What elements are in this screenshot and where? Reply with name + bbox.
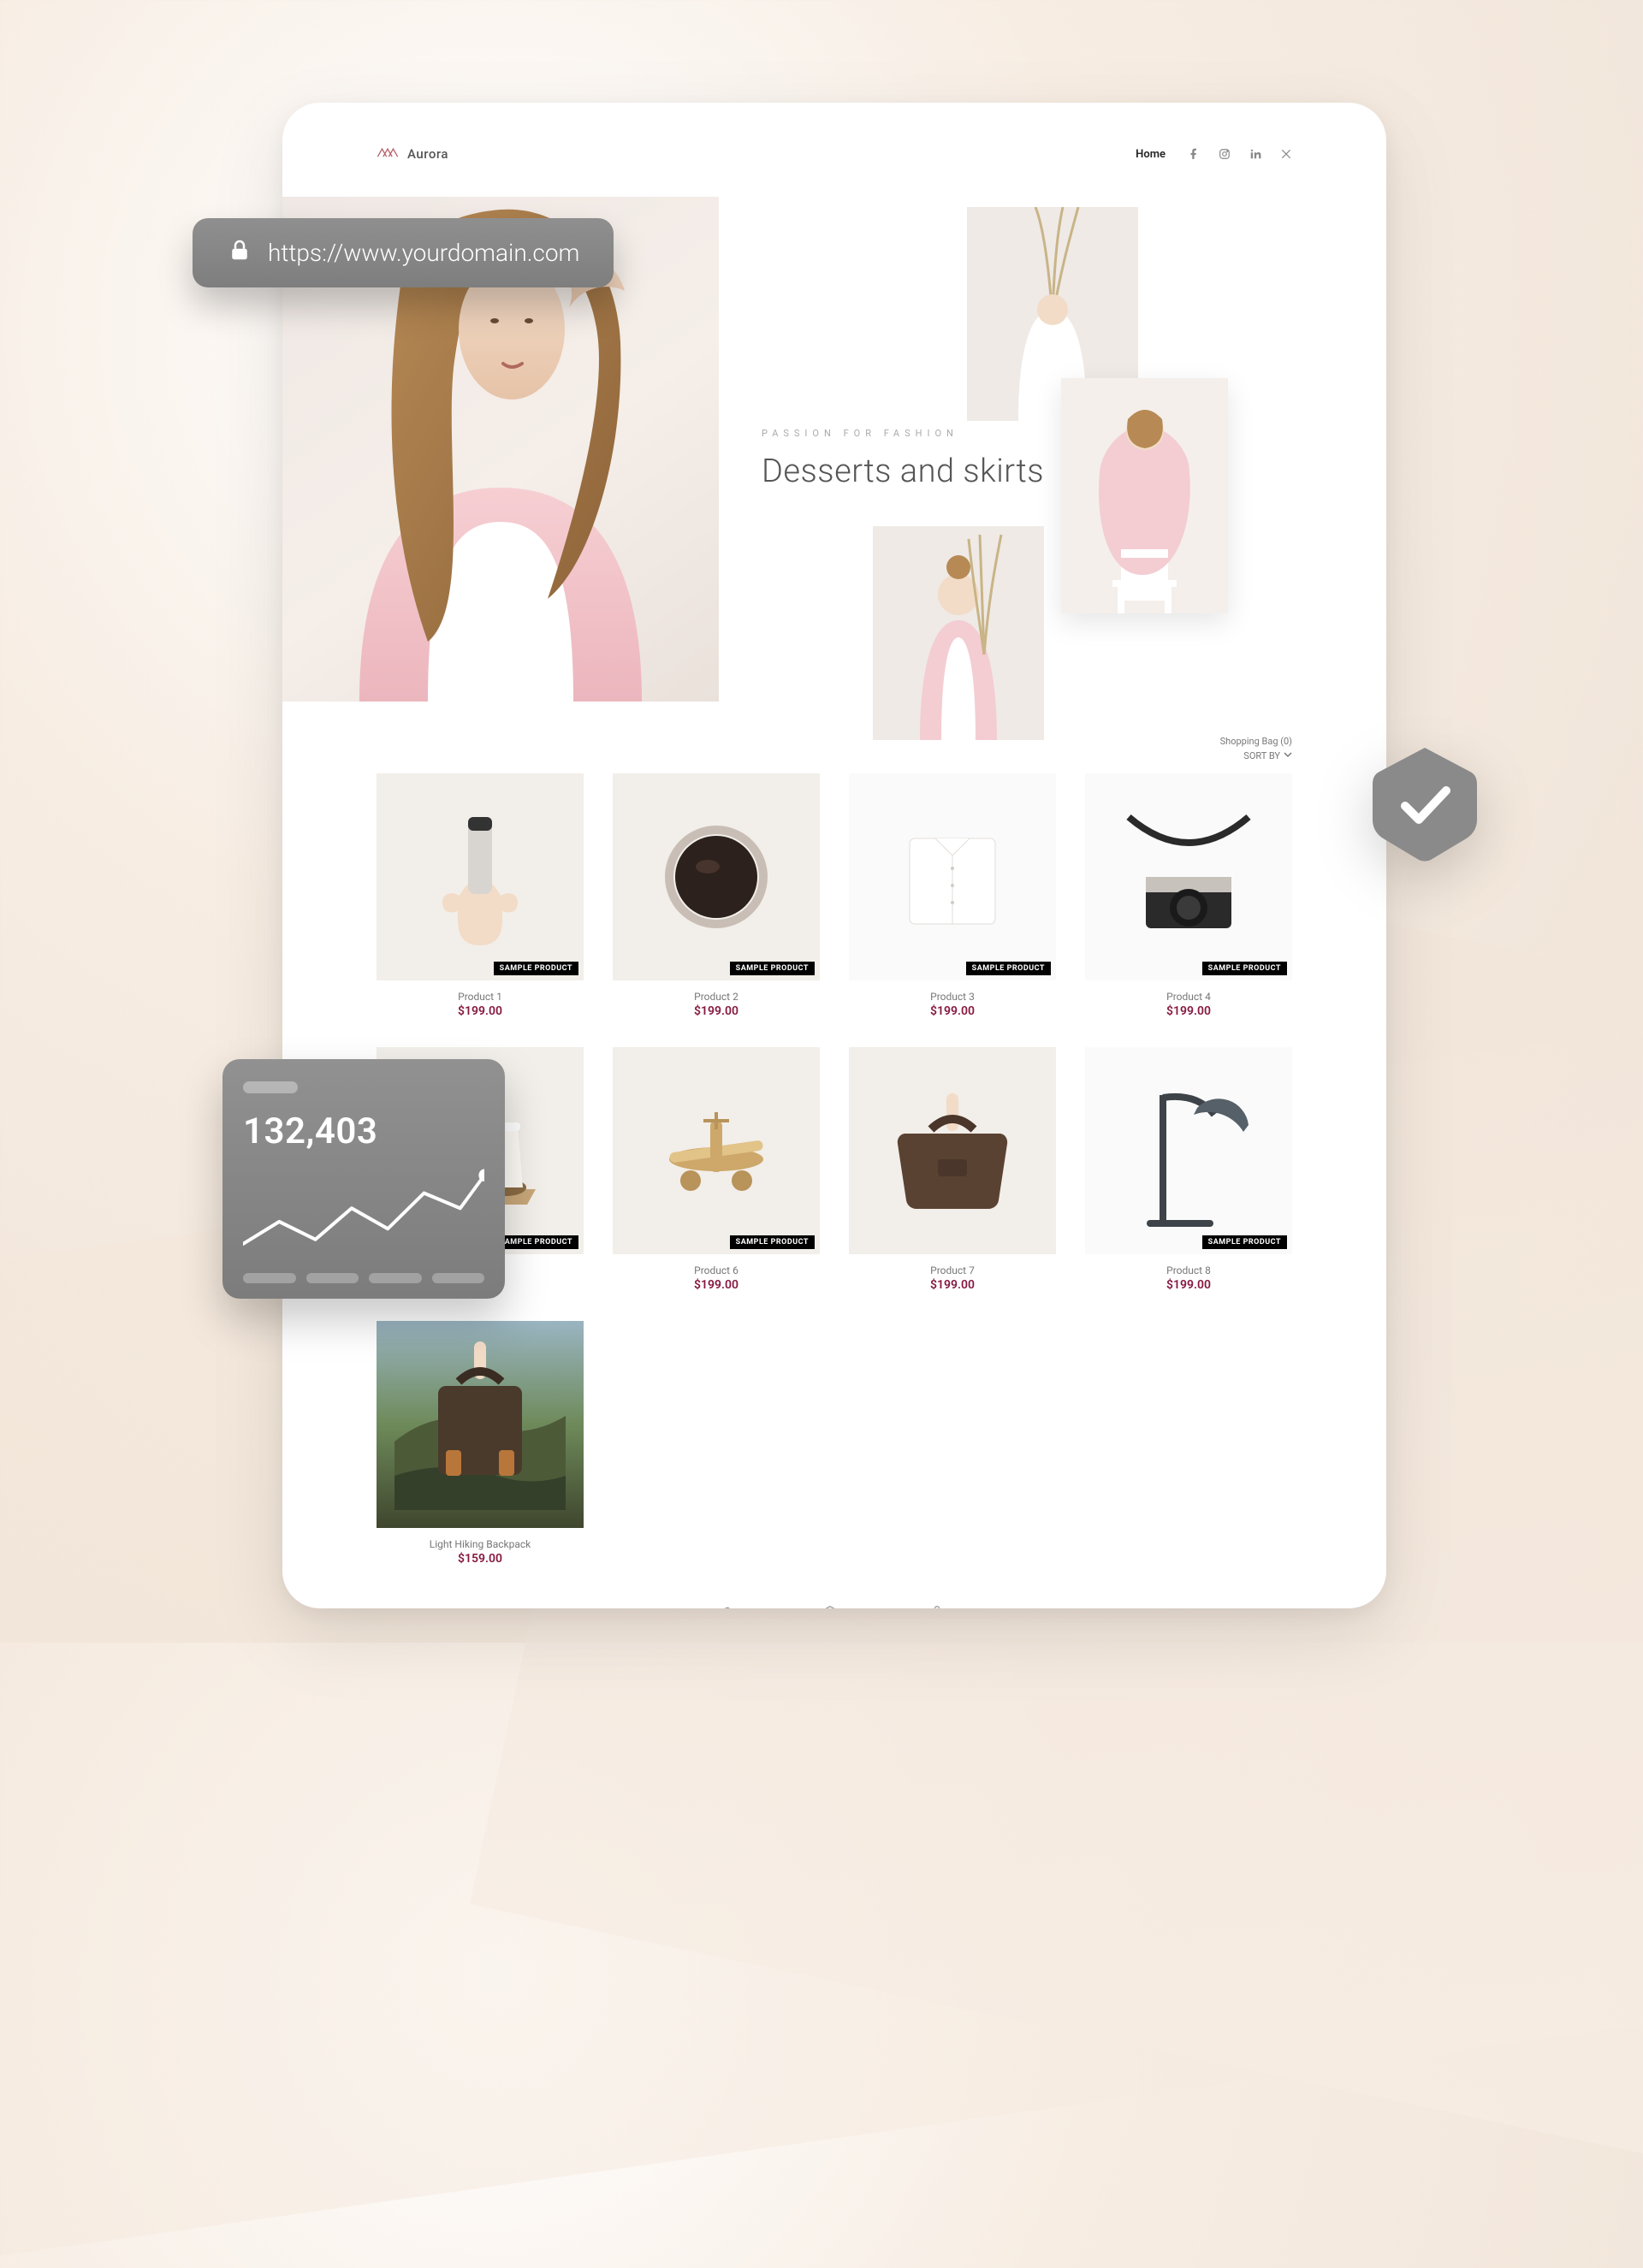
product-price: $199.00 bbox=[1085, 1278, 1292, 1292]
product-card[interactable]: Light Hiking Backpack $159.00 bbox=[377, 1321, 584, 1566]
hero-title: Desserts and skirts bbox=[762, 453, 1044, 490]
product-price: $199.00 bbox=[849, 1278, 1056, 1292]
website-preview-device: Aurora Home bbox=[282, 103, 1386, 1608]
social-icons bbox=[1188, 148, 1292, 160]
product-name: Product 7 bbox=[849, 1264, 1056, 1276]
brand-name: Aurora bbox=[407, 146, 448, 162]
sample-badge: SAMPLE PRODUCT bbox=[494, 1235, 578, 1249]
product-price: $199.00 bbox=[613, 1004, 820, 1018]
url-bar-overlay: https://www.yourdomain.com bbox=[193, 218, 614, 287]
nav-home[interactable]: Home bbox=[1136, 148, 1166, 161]
sort-label: SORT BY bbox=[1243, 750, 1280, 761]
product-price: $199.00 bbox=[377, 1004, 584, 1018]
security-badge-overlay bbox=[1369, 744, 1480, 864]
hero-thumb-2 bbox=[1061, 378, 1228, 613]
hero-eyebrow: PASSION FOR FASHION bbox=[762, 428, 1044, 439]
sample-badge: SAMPLE PRODUCT bbox=[730, 1235, 815, 1249]
product-card[interactable]: SAMPLE PRODUCT Product 2 $199.00 bbox=[613, 773, 820, 1018]
sort-dropdown[interactable]: SORT BY bbox=[1243, 750, 1292, 761]
shopping-bag-count[interactable]: Shopping Bag (0) bbox=[1220, 736, 1292, 747]
user-icon bbox=[719, 1605, 736, 1608]
stats-value: 132,403 bbox=[243, 1110, 484, 1152]
product-price: $159.00 bbox=[377, 1552, 584, 1566]
product-card[interactable]: SAMPLE PRODUCT Product 8 $199.00 bbox=[1085, 1047, 1292, 1292]
product-card[interactable]: SAMPLE PRODUCT Product 4 $199.00 bbox=[1085, 773, 1292, 1018]
stats-placeholder-bar bbox=[243, 1081, 298, 1093]
facebook-icon[interactable] bbox=[1188, 148, 1200, 160]
brand[interactable]: Aurora bbox=[377, 145, 448, 163]
hero-thumb-3 bbox=[873, 526, 1044, 740]
product-card[interactable]: Product 7 $199.00 bbox=[849, 1047, 1056, 1292]
stats-footer-bars bbox=[243, 1273, 484, 1283]
sample-badge: SAMPLE PRODUCT bbox=[966, 962, 1051, 975]
sample-badge: SAMPLE PRODUCT bbox=[1202, 1235, 1287, 1249]
product-name: Product 2 bbox=[613, 991, 820, 1003]
url-text: https://www.yourdomain.com bbox=[268, 239, 579, 267]
stats-sparkline bbox=[243, 1159, 484, 1266]
chevron-down-icon bbox=[1284, 750, 1292, 761]
footer-track[interactable]: Track Orders bbox=[804, 1605, 857, 1608]
linkedin-icon[interactable] bbox=[1249, 148, 1261, 160]
site-header: Aurora Home bbox=[377, 137, 1292, 171]
product-name: Light Hiking Backpack bbox=[377, 1538, 584, 1550]
product-name: Product 3 bbox=[849, 991, 1056, 1003]
product-price: $199.00 bbox=[849, 1004, 1056, 1018]
package-icon bbox=[822, 1605, 839, 1608]
stats-overlay: 132,403 bbox=[222, 1059, 505, 1299]
x-icon[interactable] bbox=[1280, 148, 1292, 160]
product-name: Product 8 bbox=[1085, 1264, 1292, 1276]
product-card[interactable]: SAMPLE PRODUCT Product 1 $199.00 bbox=[377, 773, 584, 1018]
footer-nav: My Account Track Orders Shopping Bag bbox=[377, 1605, 1292, 1608]
sample-badge: SAMPLE PRODUCT bbox=[1202, 962, 1287, 975]
sample-badge: SAMPLE PRODUCT bbox=[730, 962, 815, 975]
product-card[interactable]: SAMPLE PRODUCT Product 6 $199.00 bbox=[613, 1047, 820, 1292]
instagram-icon[interactable] bbox=[1219, 148, 1231, 160]
bag-icon bbox=[928, 1605, 946, 1608]
brand-logo-icon bbox=[377, 145, 399, 163]
shop-toolbar: Shopping Bag (0) bbox=[377, 736, 1292, 747]
product-price: $199.00 bbox=[613, 1278, 820, 1292]
footer-account[interactable]: My Account bbox=[703, 1605, 752, 1608]
product-grid: SAMPLE PRODUCT Product 1 $199.00 SAMPLE … bbox=[377, 773, 1292, 1292]
product-name: Product 4 bbox=[1085, 991, 1292, 1003]
product-card[interactable]: SAMPLE PRODUCT Product 3 $199.00 bbox=[849, 773, 1056, 1018]
product-price: $199.00 bbox=[1085, 1004, 1292, 1018]
lock-icon bbox=[227, 237, 252, 269]
sample-badge: SAMPLE PRODUCT bbox=[494, 962, 578, 975]
product-name: Product 1 bbox=[377, 991, 584, 1003]
product-name: Product 6 bbox=[613, 1264, 820, 1276]
footer-bag[interactable]: Shopping Bag bbox=[908, 1605, 966, 1608]
